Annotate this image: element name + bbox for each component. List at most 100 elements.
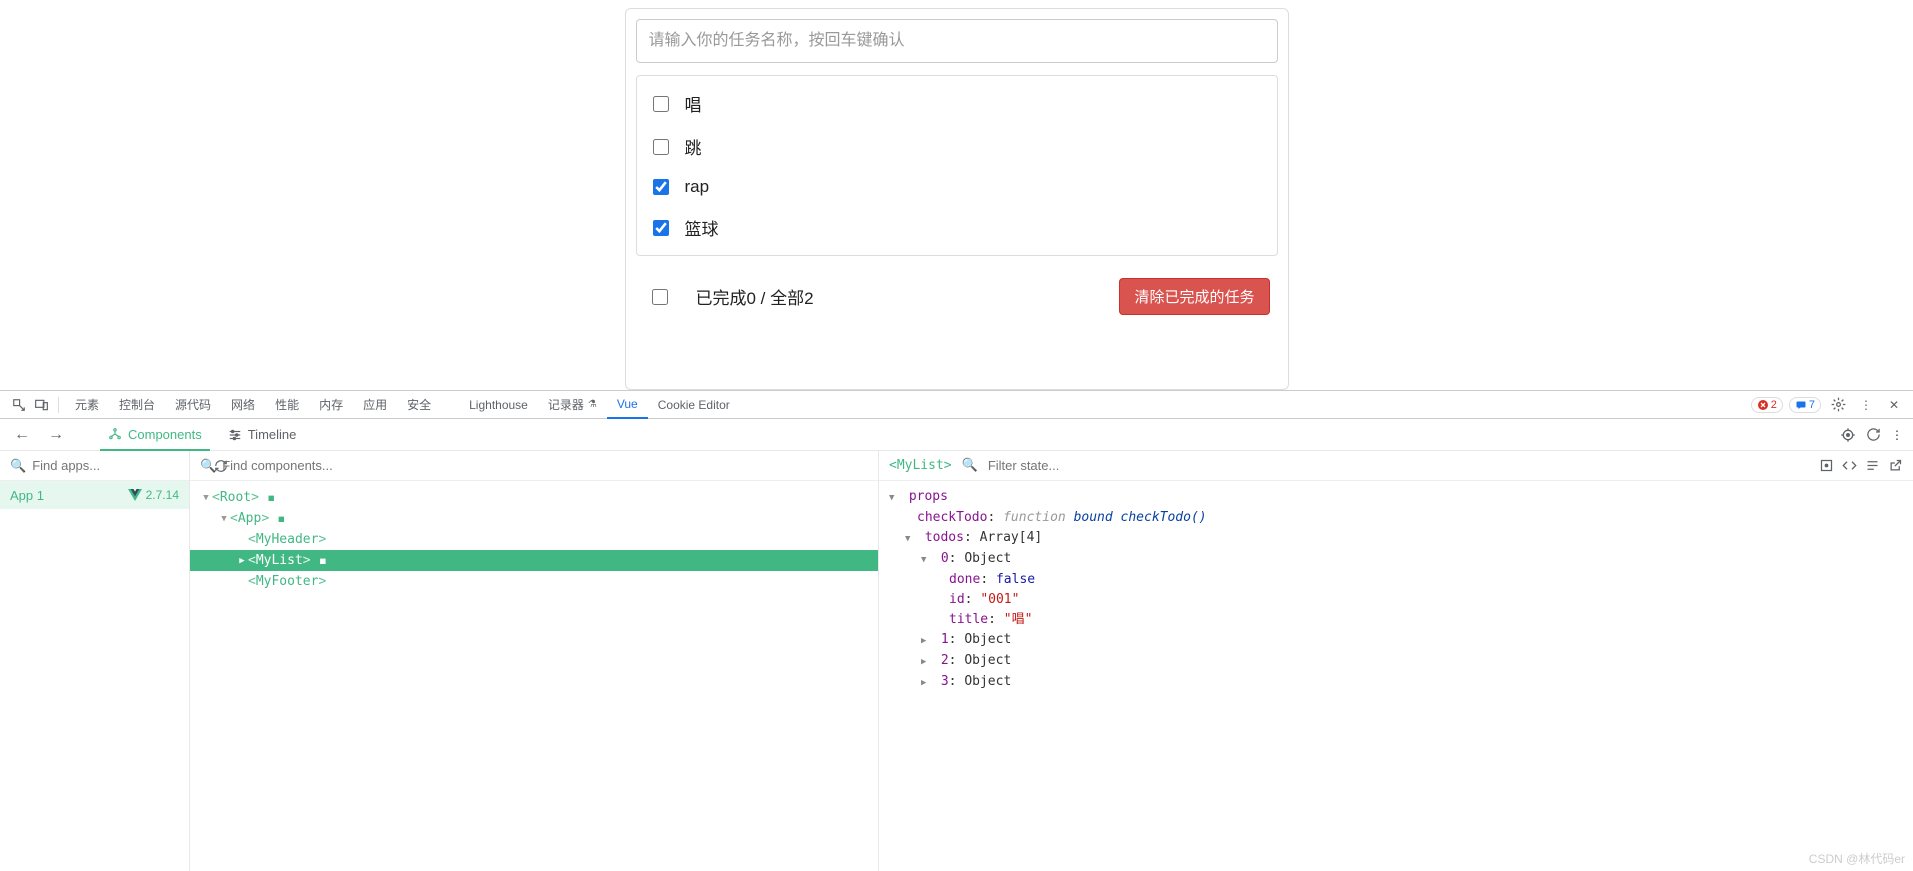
vue-more-icon[interactable]: ⋮	[1891, 428, 1903, 442]
footer-summary: 已完成0 / 全部2	[696, 284, 814, 309]
state-row-title[interactable]: title: "唱"	[889, 610, 1903, 630]
devtools-tab-bar: 元素 控制台 源代码 网络 性能 内存 应用 安全 Lighthouse 记录器…	[0, 391, 1913, 419]
fragment-dot-icon: ▪	[277, 511, 285, 527]
tab-network[interactable]: 网络	[221, 391, 265, 419]
search-icon: 🔍	[200, 458, 216, 474]
item-label: 唱	[685, 91, 702, 116]
more-icon[interactable]: ⋮	[1855, 394, 1877, 416]
state-row-checktodo[interactable]: checkTodo: function bound checkTodo()	[889, 508, 1903, 528]
chevron-down-icon: ▼	[905, 529, 917, 549]
tree-node-mylist[interactable]: ▶ <MyList> ▪	[190, 550, 878, 571]
search-icon: 🔍	[10, 458, 26, 474]
vue-version-badge: 2.7.14	[128, 488, 179, 502]
inspect-dom-icon[interactable]	[1842, 458, 1857, 473]
chevron-right-icon: ▶	[921, 652, 933, 672]
list-item: 唱	[637, 82, 1277, 125]
back-arrow-icon[interactable]: ←	[10, 424, 34, 446]
state-row-obj1[interactable]: ▶ 1: Object	[889, 630, 1903, 651]
open-new-window-icon[interactable]	[1888, 458, 1903, 473]
todo-list: 唱 跳 rap 篮球	[636, 75, 1278, 256]
chevron-down-icon: ▼	[889, 488, 901, 508]
state-column: <MyList> 🔍 ▼ props checkTodo: function b…	[879, 451, 1913, 871]
state-row-obj3[interactable]: ▶ 3: Object	[889, 672, 1903, 693]
show-render-code-icon[interactable]	[1865, 458, 1880, 473]
close-devtools-icon[interactable]: ✕	[1883, 394, 1905, 416]
tab-elements[interactable]: 元素	[65, 391, 109, 419]
tree-node-app[interactable]: ▼ <App> ▪	[190, 508, 878, 529]
list-item: 篮球	[637, 206, 1277, 249]
chevron-down-icon: ▼	[200, 493, 212, 503]
chevron-right-icon: ▶	[921, 673, 933, 693]
vue-tab-timeline[interactable]: Timeline	[220, 419, 305, 451]
checkbox-item-0[interactable]	[653, 96, 669, 112]
devtools-panel: 元素 控制台 源代码 网络 性能 内存 应用 安全 Lighthouse 记录器…	[0, 390, 1913, 871]
tab-performance[interactable]: 性能	[265, 391, 309, 419]
tab-application[interactable]: 应用	[353, 391, 397, 419]
message-badge[interactable]: 7	[1789, 397, 1821, 413]
vue-tab-components[interactable]: Components	[100, 419, 210, 451]
forward-arrow-icon[interactable]: →	[44, 424, 68, 446]
tree-node-root[interactable]: ▼ <Root> ▪	[190, 487, 878, 508]
tab-recorder[interactable]: 记录器⚗	[538, 391, 607, 419]
list-item: rap	[637, 168, 1277, 206]
tree-node-myheader[interactable]: <MyHeader>	[190, 529, 878, 550]
tab-console[interactable]: 控制台	[109, 391, 165, 419]
state-action-icons	[1819, 458, 1903, 473]
inspect-element-icon[interactable]	[8, 394, 30, 416]
state-header: <MyList> 🔍	[879, 451, 1913, 481]
tree-search-row: 🔍	[190, 451, 878, 481]
timeline-icon	[228, 428, 242, 442]
select-all-checkbox[interactable]	[652, 289, 668, 305]
state-row-props[interactable]: ▼ props	[889, 487, 1903, 508]
message-icon	[1795, 399, 1807, 411]
tab-vue[interactable]: Vue	[607, 391, 648, 419]
state-row-done[interactable]: done: false	[889, 570, 1903, 590]
tab-cookie-editor[interactable]: Cookie Editor	[648, 391, 740, 419]
vue-devtools-bar: ← → Components Timeline ⋮	[0, 419, 1913, 451]
footer-left: 已完成0 / 全部2	[644, 284, 814, 309]
checkbox-item-1[interactable]	[653, 139, 669, 155]
apps-column: 🔍 App 1 2.7.14	[0, 451, 190, 871]
state-row-obj2[interactable]: ▶ 2: Object	[889, 651, 1903, 672]
settings-icon[interactable]	[1827, 394, 1849, 416]
checkbox-item-3[interactable]	[653, 220, 669, 236]
apps-search-row: 🔍	[0, 451, 189, 481]
state-row-id[interactable]: id: "001"	[889, 590, 1903, 610]
state-row-obj0[interactable]: ▼ 0: Object	[889, 549, 1903, 570]
clear-completed-button[interactable]: 清除已完成的任务	[1119, 278, 1269, 315]
angle: <	[212, 490, 220, 505]
tab-memory[interactable]: 内存	[309, 391, 353, 419]
fragment-dot-icon: ▪	[319, 553, 327, 569]
chevron-down-icon: ▼	[921, 550, 933, 570]
vue-bar-right: ⋮	[1840, 427, 1903, 443]
tab-lighthouse[interactable]: Lighthouse	[459, 391, 538, 419]
angle: >	[251, 490, 259, 505]
state-row-todos[interactable]: ▼ todos: Array[4]	[889, 528, 1903, 549]
tree-search-input[interactable]	[222, 458, 868, 473]
apps-search-input[interactable]	[32, 458, 208, 473]
refresh-icon[interactable]	[1866, 427, 1881, 442]
list-item: 跳	[637, 125, 1277, 168]
checkbox-item-2[interactable]	[653, 179, 669, 195]
item-label: rap	[685, 177, 710, 197]
item-label: 跳	[685, 134, 702, 159]
scroll-into-view-icon[interactable]	[1819, 458, 1834, 473]
item-label: 篮球	[685, 215, 719, 240]
task-input[interactable]	[636, 19, 1278, 63]
vue-body: 🔍 App 1 2.7.14 🔍 ▼	[0, 451, 1913, 871]
fragment-dot-icon: ▪	[267, 490, 275, 506]
state-filter-input[interactable]	[988, 458, 1809, 473]
devtools-right-controls: 2 7 ⋮ ✕	[1751, 394, 1905, 416]
todo-card: 唱 跳 rap 篮球 已完成0 / 全部2 清除已完成的任务	[625, 8, 1289, 390]
device-toggle-icon[interactable]	[30, 394, 52, 416]
tab-security[interactable]: 安全	[397, 391, 441, 419]
app-item[interactable]: App 1 2.7.14	[0, 481, 189, 509]
tree-node-myfooter[interactable]: <MyFooter>	[190, 571, 878, 592]
error-badge[interactable]: 2	[1751, 397, 1783, 413]
chevron-down-icon: ▼	[218, 514, 230, 524]
locate-icon[interactable]	[1840, 427, 1856, 443]
state-body: ▼ props checkTodo: function bound checkT…	[879, 481, 1913, 699]
selected-component-name: <MyList>	[889, 458, 952, 473]
tab-sources[interactable]: 源代码	[165, 391, 221, 419]
component-tree-column: 🔍 ▼ <Root> ▪ ▼ <App> ▪ <MyHeader>	[190, 451, 879, 871]
